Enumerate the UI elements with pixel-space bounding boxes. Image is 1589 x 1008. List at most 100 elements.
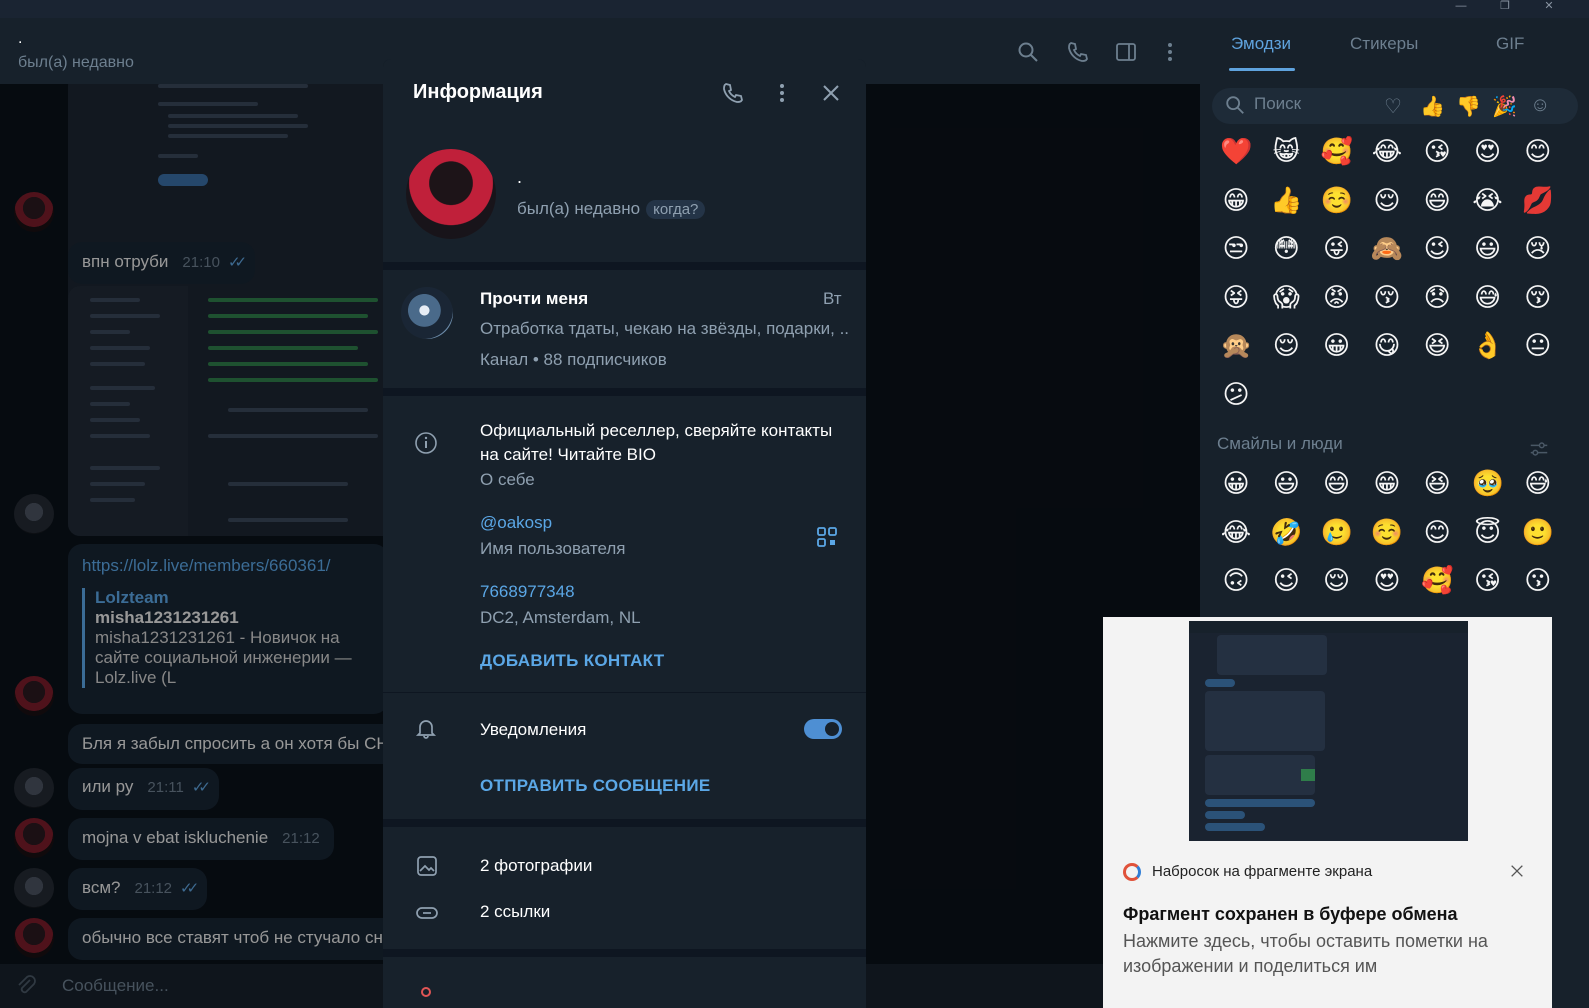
emoji-item[interactable]: 🥰: [1321, 136, 1353, 168]
emoji-item[interactable]: 😇: [1472, 517, 1504, 549]
phone-label: DC2, Amsterdam, NL: [480, 608, 641, 627]
emoji-item[interactable]: 😢: [1522, 233, 1554, 265]
tab-stickers[interactable]: Стикеры: [1350, 34, 1418, 54]
emoji-item[interactable]: 😍: [1371, 565, 1403, 597]
emoji-item[interactable]: 😭: [1472, 185, 1504, 217]
close-icon[interactable]: [819, 81, 843, 105]
emoji-item[interactable]: 😘: [1421, 136, 1453, 168]
sidebar-toggle-icon[interactable]: [1114, 40, 1138, 64]
emoji-item[interactable]: 🥲: [1321, 517, 1353, 549]
more-vertical-icon[interactable]: [1158, 40, 1182, 64]
username-label: Имя пользователя: [480, 539, 626, 558]
channel-section[interactable]: Прочти меня Вт Отработка тдаты, чекаю на…: [383, 270, 866, 388]
add-contact-button[interactable]: ДОБАВИТЬ КОНТАКТ: [480, 651, 664, 671]
emoji-item[interactable]: 😂: [1220, 517, 1252, 549]
emoji-item[interactable]: 😆: [1421, 330, 1453, 362]
thumbs-up-category-icon[interactable]: 👍: [1420, 94, 1445, 119]
info-icon: [415, 432, 437, 454]
qr-code-icon[interactable]: [815, 525, 839, 549]
emoji-item[interactable]: 😊: [1522, 136, 1554, 168]
username-link[interactable]: @oakosp: [480, 513, 552, 533]
emoji-item[interactable]: ☺️: [1321, 185, 1353, 217]
emoji-item[interactable]: 🥰: [1421, 565, 1453, 597]
last-seen-when-button[interactable]: когда?: [646, 200, 706, 219]
emoji-item[interactable]: 👍: [1270, 185, 1302, 217]
emoji-item[interactable]: 😋: [1371, 330, 1403, 362]
emoji-item[interactable]: 😌: [1270, 330, 1302, 362]
emoji-item[interactable]: ❤️: [1220, 136, 1252, 168]
emoji-item[interactable]: 😁: [1371, 468, 1403, 500]
emoji-item[interactable]: 😘: [1472, 565, 1504, 597]
close-icon[interactable]: [1509, 863, 1525, 879]
thumbs-down-category-icon[interactable]: 👎: [1456, 94, 1481, 119]
emoji-item[interactable]: 🙈: [1371, 233, 1403, 265]
emoji-item[interactable]: 😃: [1472, 233, 1504, 265]
chat-name[interactable]: .: [18, 30, 22, 48]
emoji-item[interactable]: 😚: [1522, 282, 1554, 314]
notifications-toggle[interactable]: [804, 719, 842, 739]
emoji-item[interactable]: 😚: [1371, 282, 1403, 314]
emoji-item[interactable]: 😐: [1522, 330, 1554, 362]
block-icon[interactable]: [421, 987, 431, 997]
emoji-item[interactable]: 😒: [1220, 233, 1252, 265]
emoji-item[interactable]: 💋: [1522, 185, 1554, 217]
emoji-item[interactable]: 😌: [1371, 185, 1403, 217]
emoji-item[interactable]: 😡: [1321, 282, 1353, 314]
tab-gif[interactable]: GIF: [1496, 34, 1524, 54]
bell-icon: [415, 720, 437, 739]
toast-app-name: Набросок на фрагменте экрана: [1152, 863, 1373, 880]
emoji-item[interactable]: 😸: [1270, 136, 1302, 168]
phone-icon[interactable]: [721, 81, 745, 105]
more-vertical-icon[interactable]: [770, 81, 794, 105]
emoji-item[interactable]: 🙂: [1522, 517, 1554, 549]
screenshot-thumbnail[interactable]: [1189, 621, 1468, 841]
search-icon[interactable]: [1016, 40, 1040, 64]
emoji-item[interactable]: 🥹: [1472, 468, 1504, 500]
phone-icon[interactable]: [1066, 40, 1090, 64]
window-titlebar: — ❐ ✕: [0, 0, 1589, 18]
emoji-item[interactable]: 😉: [1270, 565, 1302, 597]
emoji-item[interactable]: 😄: [1421, 185, 1453, 217]
profile-avatar[interactable]: [406, 149, 496, 239]
send-message-button[interactable]: ОТПРАВИТЬ СООБЩЕНИЕ: [480, 776, 711, 796]
restore-icon[interactable]: ❐: [1495, 0, 1515, 14]
photos-link[interactable]: 2 фотографии: [480, 856, 592, 876]
emoji-item[interactable]: 😞: [1421, 282, 1453, 314]
phone-number[interactable]: 7668977348: [480, 582, 575, 602]
emoji-item[interactable]: 🙃: [1220, 565, 1252, 597]
heart-category-icon[interactable]: ♡: [1384, 94, 1402, 119]
settings-sliders-icon[interactable]: [1528, 438, 1550, 460]
emoji-item[interactable]: 😜: [1321, 233, 1353, 265]
emoji-item[interactable]: ☺️: [1371, 517, 1403, 549]
emoji-item[interactable]: 😝: [1220, 282, 1252, 314]
emoji-item[interactable]: 😍: [1472, 136, 1504, 168]
emoji-item[interactable]: 😉: [1421, 233, 1453, 265]
emoji-item[interactable]: 😄: [1321, 468, 1353, 500]
emoji-item[interactable]: 😀: [1321, 330, 1353, 362]
emoji-item[interactable]: 😀: [1220, 468, 1252, 500]
emoji-item[interactable]: 😅: [1522, 468, 1554, 500]
emoji-item[interactable]: 😅: [1472, 282, 1504, 314]
emoji-item[interactable]: 😁: [1220, 185, 1252, 217]
emoji-item[interactable]: 😌: [1321, 565, 1353, 597]
emoji-item[interactable]: 👌: [1472, 330, 1504, 362]
emoji-item[interactable]: 🙊: [1220, 330, 1252, 362]
emoji-item[interactable]: 😆: [1421, 468, 1453, 500]
tab-emoji[interactable]: Эмодзи: [1231, 34, 1291, 54]
party-category-icon[interactable]: 🎉: [1492, 94, 1517, 119]
emoji-item[interactable]: 😕: [1220, 379, 1252, 411]
links-link[interactable]: 2 ссылки: [480, 902, 550, 922]
emoji-item[interactable]: 😊: [1421, 517, 1453, 549]
snip-notification[interactable]: Набросок на фрагменте экрана Фрагмент со…: [1103, 617, 1552, 1008]
emoji-item[interactable]: 😂: [1371, 136, 1403, 168]
emoji-item[interactable]: 😳: [1270, 233, 1302, 265]
emoji-item[interactable]: 😱: [1270, 282, 1302, 314]
emoji-item[interactable]: 😃: [1270, 468, 1302, 500]
emoji-item[interactable]: 😗: [1522, 565, 1554, 597]
close-window-icon[interactable]: ✕: [1539, 0, 1559, 14]
photo-icon: [417, 856, 437, 876]
smile-category-icon[interactable]: ☺: [1530, 94, 1550, 117]
bio-label: О себе: [480, 470, 535, 489]
minimize-icon[interactable]: —: [1451, 0, 1471, 14]
emoji-item[interactable]: 🤣: [1270, 517, 1302, 549]
